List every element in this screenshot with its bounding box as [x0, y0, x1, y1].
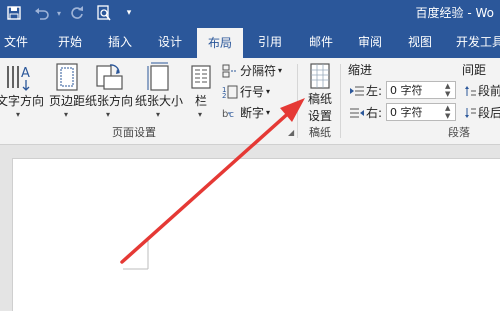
annotation-arrow: [120, 98, 305, 264]
